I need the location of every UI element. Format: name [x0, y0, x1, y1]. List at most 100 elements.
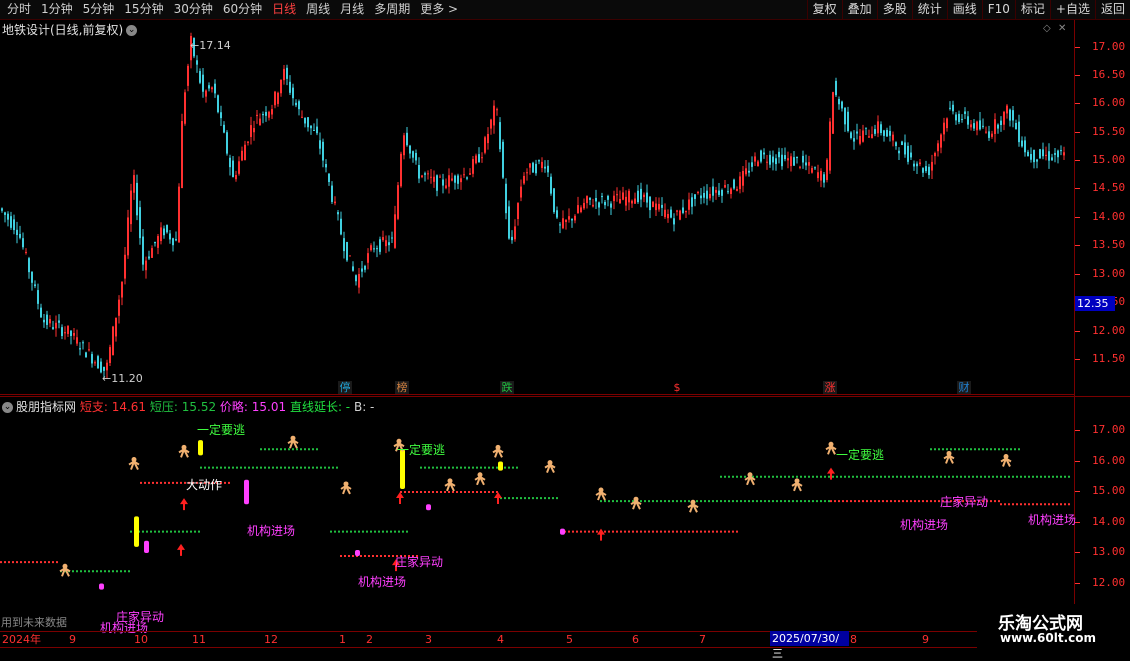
candle-body	[859, 135, 861, 144]
candle-body	[370, 245, 372, 251]
candle-body	[388, 242, 390, 246]
candle-body	[373, 248, 375, 250]
candle-body	[100, 361, 102, 373]
candle-body	[109, 347, 111, 363]
date-label: 11	[192, 633, 206, 646]
candle-body	[1021, 140, 1023, 147]
candle-body	[1030, 154, 1032, 160]
candle-body	[1012, 110, 1014, 121]
buy-arrow-icon	[827, 467, 835, 480]
low-price-label: ←11.20	[102, 372, 143, 385]
candle-body	[355, 275, 357, 282]
event-marker[interactable]: $	[670, 381, 684, 395]
indicator-title: ⌄ 股朋指标网 短支: 14.61 短压: 15.52 价略: 15.01 直线延…	[2, 398, 374, 415]
candle-body	[1045, 154, 1047, 156]
candle-body	[187, 65, 189, 86]
candle-body	[142, 236, 144, 265]
candle-body	[148, 256, 150, 259]
buy-arrow-icon	[396, 492, 404, 504]
runner-icon	[791, 481, 803, 492]
candle-body	[49, 319, 51, 324]
signal-bar	[426, 504, 431, 511]
candle-body	[664, 209, 666, 218]
candle-body	[742, 171, 744, 186]
candle-body	[646, 192, 648, 203]
candle-body	[4, 212, 6, 215]
candle-body	[571, 219, 573, 221]
candle-body	[502, 141, 504, 178]
candle-body	[115, 317, 117, 337]
candle-body	[253, 128, 255, 133]
candle-body	[196, 60, 198, 65]
candle-body	[352, 266, 354, 271]
candle-body	[7, 213, 9, 220]
candle-body	[106, 362, 108, 371]
candle-body	[289, 81, 291, 93]
current-price-label: 12.35	[1075, 296, 1115, 311]
chevron-down-icon[interactable]: ⌄	[2, 402, 13, 413]
candle-body	[637, 190, 639, 203]
candle-body	[661, 204, 663, 208]
candle-body	[130, 190, 132, 225]
candle-body	[124, 254, 126, 279]
candle-body	[703, 192, 705, 198]
buy-arrow-icon	[177, 543, 185, 556]
candle-body	[583, 202, 585, 209]
candle-body	[628, 190, 630, 203]
candle-body	[844, 107, 846, 125]
pane-divider[interactable]	[0, 394, 1074, 395]
candle-body	[787, 158, 789, 161]
high-price-label: ←17.14	[190, 39, 231, 52]
event-marker[interactable]: 涨	[823, 381, 837, 395]
candle-body	[580, 207, 582, 213]
candle-body	[28, 258, 30, 273]
runner-icon	[287, 439, 299, 449]
candle-body	[58, 320, 60, 323]
runner-icon	[825, 445, 837, 455]
event-marker[interactable]: 停	[338, 381, 352, 395]
candle-body	[394, 214, 396, 248]
candle-body	[403, 135, 405, 156]
event-marker[interactable]: 榜	[395, 381, 409, 395]
candle-body	[829, 121, 831, 171]
candle-body	[826, 159, 828, 180]
candle-body	[487, 133, 489, 144]
candle-body	[349, 255, 351, 257]
indicator-tick: 17.00	[1074, 423, 1126, 436]
candle-body	[1009, 109, 1011, 121]
signal-bar	[198, 440, 203, 456]
event-marker[interactable]: 跌	[500, 381, 514, 395]
candle-body	[334, 201, 336, 204]
candle-body	[802, 155, 804, 163]
candle-body	[451, 178, 453, 181]
candle-body	[454, 175, 456, 183]
candle-body	[133, 175, 135, 193]
indicator-value: 短支: 14.61	[79, 400, 147, 414]
candle-body	[880, 124, 882, 133]
candle-body	[901, 141, 903, 145]
candle-body	[610, 203, 612, 208]
candle-body	[466, 177, 468, 179]
candle-body	[607, 195, 609, 200]
candle-body	[916, 163, 918, 167]
date-label: 1	[339, 633, 346, 646]
candle-body	[211, 87, 213, 90]
candle-body	[691, 197, 693, 207]
candle-body	[322, 141, 324, 161]
candle-body	[514, 226, 516, 240]
kline-chart[interactable]: ←17.14 ←11.20	[0, 0, 1130, 650]
candle-body	[478, 154, 480, 163]
candle-body	[838, 99, 840, 105]
candle-body	[1039, 149, 1041, 159]
candle-body	[184, 92, 186, 124]
event-marker[interactable]: 财	[957, 381, 971, 395]
runner-icon	[1000, 457, 1012, 467]
candle-body	[883, 130, 885, 136]
candle-body	[136, 182, 138, 216]
candle-body	[358, 273, 360, 288]
candle-body	[634, 198, 636, 204]
price-tick: 13.00	[1074, 267, 1126, 280]
candle-body	[817, 172, 819, 179]
candle-body	[448, 175, 450, 187]
signal-bar	[355, 549, 360, 557]
